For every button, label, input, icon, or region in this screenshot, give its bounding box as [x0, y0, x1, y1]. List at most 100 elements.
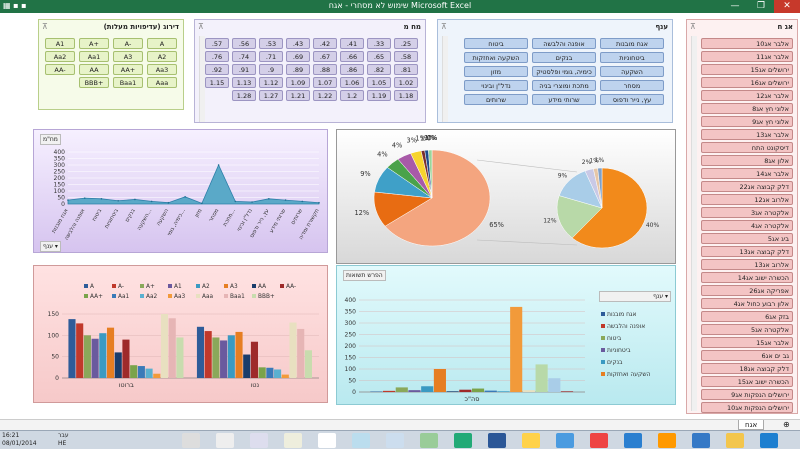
slicer-button[interactable]: .92: [205, 64, 229, 75]
slicer-button[interactable]: Aaa: [147, 77, 177, 88]
slicer-button[interactable]: AA+: [113, 64, 143, 75]
slicer-button[interactable]: אלבר אג13: [701, 129, 793, 140]
slicer-button[interactable]: עץ, נייר ודפוס: [600, 94, 664, 105]
slicer-button[interactable]: שרותי מידע: [532, 94, 596, 105]
slicer-button[interactable]: נדל"ן ובינוי: [464, 80, 528, 91]
slicer-button[interactable]: אלרוב אג12: [701, 194, 793, 205]
slicer-button[interactable]: .58: [394, 51, 418, 62]
slicer-button[interactable]: 1.19: [367, 90, 391, 101]
slicer-button[interactable]: A1: [45, 38, 75, 49]
slicer-button[interactable]: ירושלים אג16: [701, 77, 793, 88]
slicer-button[interactable]: בנקים: [532, 52, 596, 63]
slicer-button[interactable]: שרותים: [464, 94, 528, 105]
rating-bar-chart[interactable]: 0 50 100 150 ברוטו נטו A A- A+ A1 A2 A3 AA AA- AA+ Aa1 A…: [33, 265, 328, 403]
slicer-button[interactable]: 1.02: [394, 77, 418, 88]
firefox-icon[interactable]: [658, 433, 676, 448]
slicer-button[interactable]: אלוני חץ אג8: [701, 103, 793, 114]
maxthon-icon[interactable]: [692, 433, 710, 448]
filter-icon[interactable]: ⊼: [690, 22, 696, 31]
language-indicator[interactable]: עבר HE: [58, 432, 69, 448]
excel-icon[interactable]: [454, 433, 472, 448]
slicer-button[interactable]: .42: [313, 38, 337, 49]
slicer-button[interactable]: .82: [367, 64, 391, 75]
slicer-button[interactable]: 1.13: [232, 77, 256, 88]
slicer-button[interactable]: כימיה, גומי ופלסטיק: [532, 66, 596, 77]
slicer-button[interactable]: 1.06: [340, 77, 364, 88]
slicer-button[interactable]: A: [147, 38, 177, 49]
slicer-button[interactable]: דלק קבוצה אג18: [701, 363, 793, 374]
slicer-button[interactable]: ירושלים הנפקות אג10: [701, 402, 793, 413]
explorer-icon[interactable]: [726, 433, 744, 448]
slicer-button[interactable]: ירושלים אג15: [701, 64, 793, 75]
slicer-button[interactable]: A2: [147, 51, 177, 62]
slicer-button[interactable]: מסחר: [600, 80, 664, 91]
slicer-button[interactable]: .76: [205, 51, 229, 62]
slicer-button[interactable]: .81: [394, 64, 418, 75]
minimize-button[interactable]: —: [722, 0, 748, 13]
slicer-button[interactable]: 1.27: [259, 90, 283, 101]
slicer-button[interactable]: Aa3: [147, 64, 177, 75]
slicer-button[interactable]: .71: [259, 51, 283, 62]
slicer-button[interactable]: Baa1: [113, 77, 143, 88]
tool-icon[interactable]: [284, 433, 302, 448]
spread-bar-chart[interactable]: הפרש תשואות ענף ▾ 0 50 100 150 200 250 300 350 4…: [336, 265, 676, 405]
slicer-button[interactable]: אלבר אג15: [701, 337, 793, 348]
slicer-button[interactable]: .9: [259, 64, 283, 75]
slicer-button[interactable]: .65: [367, 51, 391, 62]
slicer-scrollbar[interactable]: [442, 36, 448, 122]
slicer-button[interactable]: 1.18: [394, 90, 418, 101]
slicer-button[interactable]: BBB+: [79, 77, 109, 88]
slicer-button[interactable]: הכשרה ישוב אג15: [701, 376, 793, 387]
slicer-button[interactable]: .25: [394, 38, 418, 49]
itunes-icon[interactable]: [352, 433, 370, 448]
slicer-button[interactable]: אלקטרה אג3: [701, 207, 793, 218]
drive-app-icon[interactable]: [522, 433, 540, 448]
duration-area-chart[interactable]: מח"מ ענף ▾ 0 50 100 150 200 250 300 350 400 אגח מ…: [33, 129, 328, 253]
slicer-button[interactable]: ירושלים הנפקות אג9: [701, 389, 793, 400]
add-sheet-icon[interactable]: ⊕: [783, 420, 790, 429]
slicer-button[interactable]: 1.07: [313, 77, 337, 88]
slicer-button[interactable]: אלוני חץ אג9: [701, 116, 793, 127]
maximize-button[interactable]: ❐: [748, 0, 774, 13]
slicer-button[interactable]: .91: [232, 64, 256, 75]
slicer-button[interactable]: A-: [113, 38, 143, 49]
slicer-button[interactable]: אלון אג8: [701, 155, 793, 166]
slicer-button[interactable]: .57: [205, 38, 229, 49]
slicer-button[interactable]: דלק קבוצה אג22: [701, 181, 793, 192]
slicer-button[interactable]: אלקטרה אג5: [701, 324, 793, 335]
filter-icon[interactable]: ⊼: [441, 22, 447, 31]
slicer-button[interactable]: 1.05: [367, 77, 391, 88]
slicer-scrollbar[interactable]: [199, 36, 205, 122]
slicer-button[interactable]: .56: [232, 38, 256, 49]
drive-icon[interactable]: [216, 433, 234, 448]
slicer-button[interactable]: אלבר אג12: [701, 90, 793, 101]
slicer-button[interactable]: .88: [313, 64, 337, 75]
start-icon[interactable]: [760, 433, 778, 448]
slicer-button[interactable]: אלקטרה אג4: [701, 220, 793, 231]
slicer-button[interactable]: גב ים אג6: [701, 350, 793, 361]
slicer-button[interactable]: אלבר אג11: [701, 51, 793, 62]
slicer-button[interactable]: ביטחוניות: [600, 52, 664, 63]
slicer-button[interactable]: אלרוב אג13: [701, 259, 793, 270]
slicer-button[interactable]: .86: [340, 64, 364, 75]
slicer-button[interactable]: A3: [113, 51, 143, 62]
filter-icon[interactable]: ⊼: [198, 22, 204, 31]
dropbox-icon[interactable]: [556, 433, 574, 448]
slicer-button[interactable]: Aa2: [45, 51, 75, 62]
filter-icon[interactable]: ⊼: [42, 22, 48, 31]
slicer-button[interactable]: אלבר אג14: [701, 168, 793, 179]
slicer-button[interactable]: .43: [286, 38, 310, 49]
clock[interactable]: 16:21 08/01/2014: [2, 432, 37, 448]
slicer-button[interactable]: 1.12: [259, 77, 283, 88]
pie-charts[interactable]: 65% 12% 9% 4% 4% 3% 1% 1% 1% 0% 0% 40% 12% 9% 2% 1% 1%: [336, 129, 676, 264]
slicer-button[interactable]: 1.09: [286, 77, 310, 88]
slicer-button[interactable]: .41: [340, 38, 364, 49]
slicer-button[interactable]: .67: [313, 51, 337, 62]
word-icon[interactable]: [488, 433, 506, 448]
slicer-button[interactable]: .33: [367, 38, 391, 49]
slicer-button[interactable]: .66: [340, 51, 364, 62]
hp-icon[interactable]: [318, 433, 336, 448]
slicer-button[interactable]: מתכת ומוצרי בניה: [532, 80, 596, 91]
slicer-button[interactable]: 1.28: [232, 90, 256, 101]
slicer-button[interactable]: השקעה: [600, 66, 664, 77]
